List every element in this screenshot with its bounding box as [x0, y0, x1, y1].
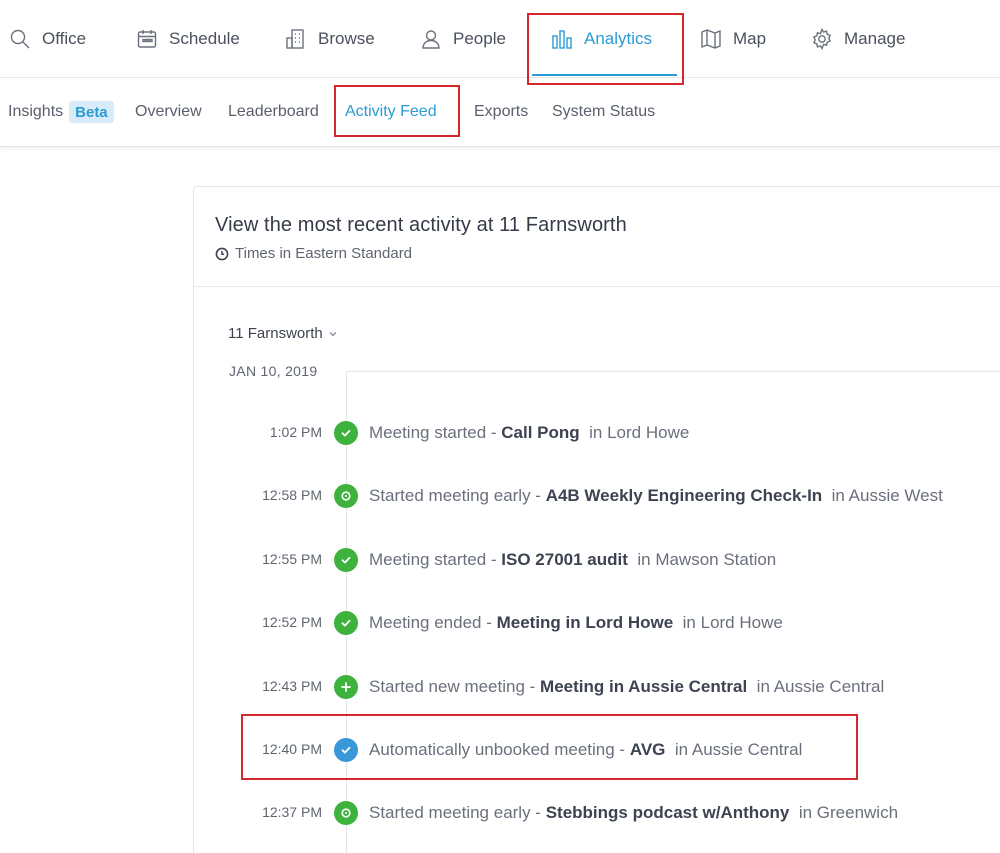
event-location: in Lord Howe [589, 423, 690, 442]
event-meeting-name[interactable]: A4B Weekly Engineering Check-In [546, 486, 822, 505]
subnav-insights[interactable]: Insights Beta [8, 79, 114, 145]
chevron-down-icon [329, 331, 337, 336]
event-time: 12:43 PM [262, 677, 322, 694]
event-description: Meeting started - Call Pong in Lord Howe [369, 423, 689, 443]
subnav-activity-feed[interactable]: Activity Feed [345, 79, 437, 145]
sub-navigation: Insights Beta Overview Leaderboard Activ… [0, 79, 1000, 147]
event-time: 12:55 PM [262, 550, 322, 567]
event-location: in Aussie Central [674, 740, 803, 759]
plus-icon [334, 674, 358, 699]
search-icon [10, 29, 30, 49]
event-description: Automatically unbooked meeting - AVG in … [369, 740, 802, 760]
event-meeting-name[interactable]: Meeting in Lord Howe [497, 613, 674, 632]
activity-event: 12:52 PM Meeting ended - Meeting in Lord … [194, 610, 1000, 636]
date-divider [346, 371, 1000, 372]
subnav-label: Leaderboard [228, 103, 319, 120]
event-location: in Lord Howe [682, 613, 783, 633]
nav-analytics[interactable]: Analytics [550, 0, 652, 78]
activity-event: 1:02 PM Meeting started - Call Pong in Lo… [194, 420, 1000, 446]
nav-label: Schedule [169, 29, 240, 48]
event-time: 12:37 PM [262, 804, 322, 821]
timezone-label: Times in Eastern Standard [235, 245, 413, 262]
activity-event: 12:43 PM Started new meeting - Meeting in… [194, 674, 1000, 700]
event-action: Started meeting early - [369, 486, 546, 506]
subnav-label: Overview [135, 103, 202, 120]
event-action: Meeting ended - [369, 613, 497, 633]
event-description: Started new meeting - Meeting in Aussie … [369, 677, 884, 697]
clock-icon [334, 484, 358, 509]
bar-chart-icon [552, 30, 572, 49]
check-icon [334, 611, 358, 636]
activity-event: 12:37 PM Started meeting early - Stebbing… [194, 800, 1000, 826]
nav-office[interactable]: Office [8, 0, 86, 78]
event-time: 1:02 PM [269, 424, 322, 440]
event-location: in Aussie West [831, 486, 943, 506]
event-description: Started meeting early - A4B Weekly Engin… [369, 486, 943, 506]
event-location: in Greenwich [798, 803, 899, 823]
subnav-exports[interactable]: Exports [474, 79, 528, 145]
activity-card: View the most recent activity at 11 Farn… [193, 186, 1000, 853]
event-action: Started meeting early - [369, 803, 546, 823]
subnav-label: Activity Feed [345, 103, 437, 120]
location-value: 11 Farnsworth [228, 325, 323, 342]
gear-icon [812, 27, 832, 51]
event-meeting-name[interactable]: AVG [630, 740, 666, 759]
clock-icon [215, 247, 229, 260]
subnav-label: Insights [8, 103, 64, 120]
nav-manage[interactable]: Manage [810, 0, 905, 78]
location-dropdown[interactable]: 11 Farnsworth [228, 325, 338, 342]
nav-label: Analytics [584, 29, 653, 48]
event-meeting-name[interactable]: Meeting in Aussie Central [540, 677, 747, 696]
event-description: Meeting started - ISO 27001 audit in Maw… [369, 550, 776, 570]
event-meeting-name[interactable]: Stebbings podcast w/Anthony [546, 803, 790, 822]
person-icon [422, 30, 440, 49]
subnav-system-status[interactable]: System Status [552, 79, 655, 145]
activity-event: 12:40 PM Automatically unbooked meeting -… [194, 737, 1000, 763]
event-time: 12:58 PM [262, 487, 322, 504]
top-navigation: Office Schedule Browse People Analytics … [0, 0, 1000, 78]
nav-label: Manage [844, 29, 906, 48]
event-location: in Aussie Central [756, 676, 885, 696]
subnav-label: Exports [474, 103, 529, 120]
date-heading: JAN 10, 2019 [229, 363, 318, 379]
active-tab-indicator [532, 74, 677, 76]
event-description: Meeting ended - Meeting in Lord Howe in … [369, 613, 783, 633]
event-action: Started new meeting - [369, 676, 541, 696]
event-time: 12:52 PM [262, 614, 322, 631]
event-meeting-name[interactable]: ISO 27001 audit [501, 550, 628, 569]
page-title: View the most recent activity at 11 Farn… [215, 214, 627, 236]
event-time: 12:40 PM [262, 741, 322, 757]
nav-label: Map [733, 29, 767, 48]
nav-map[interactable]: Map [699, 0, 766, 78]
activity-event: 12:55 PM Meeting started - ISO 27001 audi… [194, 547, 1000, 573]
check-icon [334, 421, 358, 445]
nav-label: Browse [318, 29, 375, 48]
nav-schedule[interactable]: Schedule [135, 0, 240, 78]
map-icon [701, 29, 721, 49]
timezone-note: Times in Eastern Standard [215, 245, 1000, 262]
event-action: Meeting started - [369, 549, 502, 569]
check-icon [334, 738, 358, 762]
clock-icon [334, 801, 358, 826]
nav-label: People [453, 29, 506, 48]
building-icon [286, 29, 304, 49]
event-description: Started meeting early - Stebbings podcas… [369, 803, 898, 823]
event-meeting-name[interactable]: Call Pong [501, 423, 579, 442]
check-icon [334, 547, 358, 572]
card-header: View the most recent activity at 11 Farn… [194, 187, 1000, 287]
event-action: Automatically unbooked meeting - [369, 740, 630, 759]
nav-people[interactable]: People [419, 0, 506, 78]
beta-badge: Beta [69, 101, 114, 123]
nav-label: Office [42, 29, 87, 48]
activity-event: 12:58 PM Started meeting early - A4B Week… [194, 483, 1000, 509]
nav-browse[interactable]: Browse [284, 0, 375, 78]
calendar-icon [137, 30, 157, 48]
subnav-overview[interactable]: Overview [135, 79, 202, 145]
subnav-leaderboard[interactable]: Leaderboard [228, 79, 319, 145]
event-action: Meeting started - [369, 423, 502, 442]
event-location: in Mawson Station [637, 549, 777, 569]
subnav-label: System Status [552, 103, 656, 120]
